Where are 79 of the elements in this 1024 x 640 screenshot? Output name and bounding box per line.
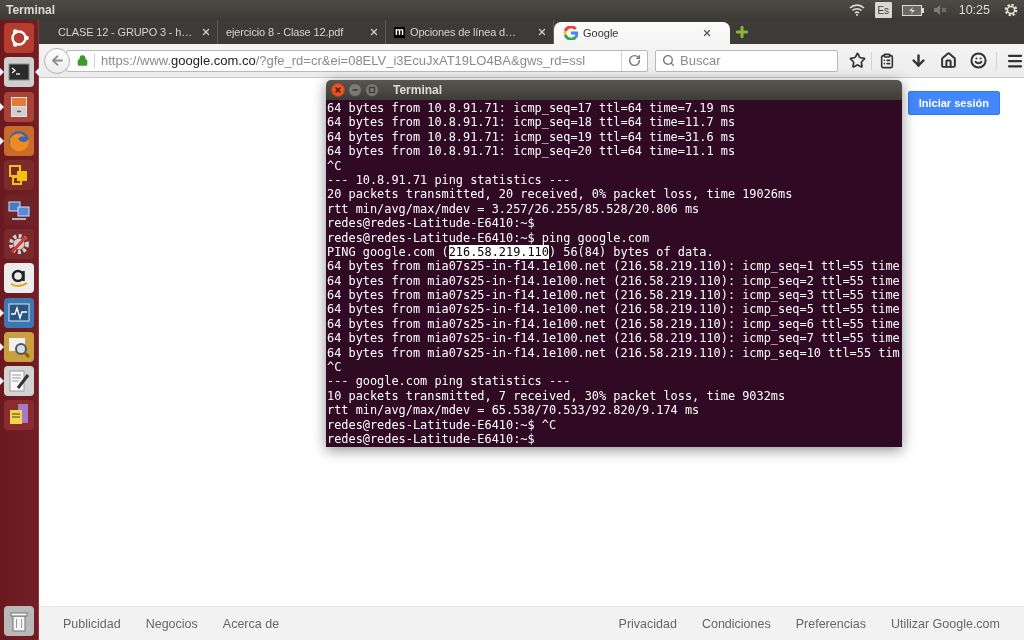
pencil-paper-icon [4, 366, 34, 397]
terminal-line: --- 10.8.91.71 ping statistics --- [327, 172, 571, 188]
window-title: Terminal [6, 3, 56, 17]
ring-smile-icon [4, 263, 34, 294]
battery-icon[interactable] [901, 4, 924, 16]
footer-link[interactable]: Negocios [145, 616, 198, 631]
settings-icon[interactable] [1004, 3, 1018, 17]
search-icon [662, 54, 675, 67]
terminal-line: 20 packets transmitted, 20 received, 0% packet loss, time 19026ms [327, 187, 793, 202]
clock-time[interactable]: 10:25 [958, 3, 990, 17]
lock-icon [77, 55, 88, 66]
terminal-line: ^C [327, 158, 342, 173]
search-input[interactable]: Buscar [680, 51, 837, 70]
footer-link[interactable]: Acerca de [222, 616, 280, 631]
volume-muted-icon[interactable] [933, 5, 947, 15]
notes-icon [4, 400, 34, 431]
squares-icon [4, 160, 34, 191]
reload-icon[interactable] [628, 54, 641, 67]
plus-icon[interactable] [734, 24, 750, 40]
footer-link[interactable]: Utilizar Google.com [890, 616, 1000, 631]
tab-label: ejercicio 8 - Clase 12.pdf [226, 26, 344, 38]
search-field[interactable]: Buscar [655, 49, 838, 72]
tab-label: Google [583, 27, 619, 39]
globe-icon [4, 126, 34, 157]
smiley-icon[interactable] [970, 52, 987, 69]
browser-tab[interactable]: Google [554, 22, 730, 44]
footer-link[interactable]: Preferencias [795, 616, 866, 631]
terminal-line: 64 bytes from mia07s25-in-f14.1e100.net (216.58.219.110): icmp_seq=3 ttl=55 time [327, 288, 900, 303]
home-icon[interactable] [940, 52, 957, 69]
terminal-line: 64 bytes from mia07s25-in-f14.1e100.net (216.58.219.110): icmp_seq=1 ttl=55 time [327, 259, 900, 274]
terminal-line: redes@redes-Latitude-E6410:~$ [327, 432, 535, 447]
gear-icon [4, 228, 34, 259]
terminal-line: PING google.com (216.58.219.110) 56(84) bytes of data. [327, 244, 714, 260]
launcher-button[interactable] [0, 55, 38, 90]
back-arrow-icon [49, 53, 65, 68]
monitors-icon [4, 194, 34, 225]
terminal-line: 64 bytes from mia07s25-in-f14.1e100.net (216.58.219.110): icmp_seq=10 ttl=55 tim [327, 345, 900, 361]
close-icon[interactable] [702, 28, 712, 38]
wifi-icon[interactable] [848, 4, 865, 16]
keyboard-layout-indicator[interactable]: Es [874, 2, 892, 18]
terminal-line: --- google.com ping statistics --- [327, 374, 571, 389]
terminal-line: rtt min/avg/max/mdev = 65.538/70.533/92.820/9.174 ms [327, 403, 700, 418]
tab-label: Opciones de línea d… [410, 26, 516, 38]
sign-in-button[interactable]: Iniciar sesión [907, 91, 1000, 115]
url-text: https://www.google.com.co/?gfe_rd=cr&ei=08ELV_i3EcuJxAT19LO4BA&gws_rd=ssl [101, 53, 587, 68]
footer-link[interactable]: Privacidad [618, 616, 677, 631]
close-icon[interactable] [331, 83, 345, 97]
tab-label: CLASE 12 - GRUPO 3 - h… [58, 26, 193, 38]
terminal-line: 64 bytes from 10.8.91.71: icmp_seq=17 ttl=64 time=7.19 ms [327, 101, 736, 116]
footer-link[interactable]: Condiciones [701, 616, 771, 631]
terminal-line: ^C [327, 360, 342, 375]
terminal-icon [4, 57, 34, 88]
terminal-line: 64 bytes from mia07s25-in-f14.1e100.net (216.58.219.110): icmp_seq=5 ttl=55 time [327, 302, 900, 317]
g-logo-icon [564, 26, 578, 40]
terminal-line: 64 bytes from 10.8.91.71: icmp_seq=19 ttl=64 time=31.6 ms [327, 129, 736, 145]
maximize-icon[interactable] [365, 83, 379, 97]
terminal-line: rtt min/avg/max/mdev = 3.257/26.255/85.528/20.806 ms [327, 201, 700, 217]
terminal-line: redes@redes-Latitude-E6410:~$ [327, 216, 535, 231]
terminal-line: 64 bytes from 10.8.91.71: icmp_seq=20 ttl=64 time=11.1 ms [327, 144, 736, 159]
terminal-line: redes@redes-Latitude-E6410:~$ ^C [327, 417, 557, 432]
pulse-chart-icon [4, 297, 34, 328]
terminal-line: 64 bytes from mia07s25-in-f14.1e100.net (216.58.219.110): icmp_seq=6 ttl=55 time [327, 316, 900, 332]
trash-icon [4, 605, 34, 636]
favicon-letter: m [394, 26, 405, 38]
terminal-line: 10 packets transmitted, 7 received, 30% packet loss, time 9032ms [327, 388, 786, 404]
terminal-line: 64 bytes from mia07s25-in-f14.1e100.net (216.58.219.110): icmp_seq=7 ttl=55 time [327, 331, 900, 346]
ring-logo-icon [4, 23, 34, 54]
footer-link[interactable]: Publicidad [63, 616, 121, 631]
star-icon[interactable] [849, 52, 866, 69]
photo-magnifier-icon [4, 331, 34, 362]
terminal-line: 64 bytes from mia07s25-in-f14.1e100.net (216.58.219.110): icmp_seq=2 ttl=55 time [327, 273, 900, 289]
terminal-title: Terminal [393, 83, 443, 97]
drawer-icon [4, 91, 34, 122]
address-field[interactable]: https://www.google.com.co/?gfe_rd=cr&ei=08ELV_i3EcuJxAT19LO4BA&gws_rd=ssl [66, 49, 648, 72]
terminal-line: 64 bytes from 10.8.91.71: icmp_seq=18 ttl=64 time=11.7 ms [327, 115, 736, 130]
reading-list-icon[interactable] [879, 52, 895, 69]
download-icon[interactable] [910, 52, 927, 69]
back-button[interactable] [44, 47, 70, 74]
terminal-line: redes@redes-Latitude-E6410:~$ ping google.com [327, 230, 650, 245]
